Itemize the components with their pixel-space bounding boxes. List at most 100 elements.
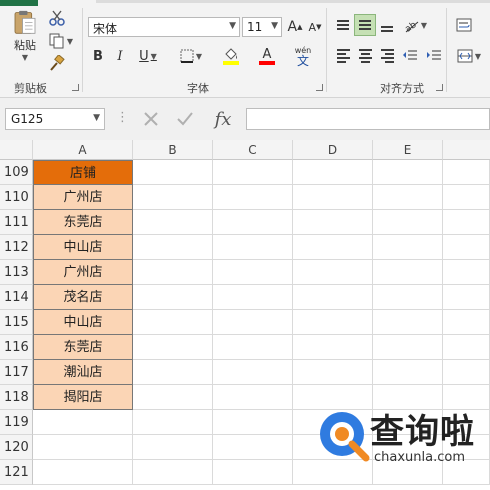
empty-cell[interactable] (443, 160, 490, 185)
table-cell[interactable] (33, 460, 133, 485)
orientation-button[interactable]: ab ▼ (400, 14, 430, 36)
empty-cell[interactable] (373, 160, 443, 185)
row-header[interactable]: 118 (0, 385, 33, 410)
empty-cell[interactable] (373, 260, 443, 285)
empty-cell[interactable] (373, 210, 443, 235)
row-header[interactable]: 111 (0, 210, 33, 235)
empty-cell[interactable] (133, 260, 213, 285)
align-center-button[interactable] (356, 46, 374, 66)
increase-font-button[interactable]: A ▲ (286, 17, 304, 37)
cut-button[interactable] (47, 8, 67, 28)
name-box[interactable]: G125 ▼ (5, 108, 105, 130)
table-cell[interactable]: 揭阳店 (33, 385, 133, 410)
empty-cell[interactable] (213, 210, 293, 235)
header-cell[interactable]: 店铺 (33, 160, 133, 185)
empty-cell[interactable] (373, 335, 443, 360)
empty-cell[interactable] (213, 260, 293, 285)
column-header-f[interactable] (443, 140, 490, 160)
empty-cell[interactable] (293, 235, 373, 260)
table-cell[interactable] (33, 435, 133, 460)
empty-cell[interactable] (443, 310, 490, 335)
column-header-e[interactable]: E (373, 140, 443, 160)
empty-cell[interactable] (443, 335, 490, 360)
empty-cell[interactable] (213, 460, 293, 485)
formula-input[interactable] (246, 108, 490, 130)
table-cell[interactable]: 中山店 (33, 310, 133, 335)
decrease-font-button[interactable]: A ▼ (306, 17, 324, 37)
table-cell[interactable]: 潮汕店 (33, 360, 133, 385)
wrap-text-button[interactable] (452, 14, 476, 36)
empty-cell[interactable] (293, 335, 373, 360)
underline-dropdown-icon[interactable]: ▼ (151, 52, 157, 61)
font-color-button[interactable]: A (252, 44, 282, 68)
empty-cell[interactable] (443, 360, 490, 385)
increase-indent-button[interactable] (424, 46, 444, 66)
empty-cell[interactable] (293, 185, 373, 210)
confirm-entry-button[interactable] (172, 108, 198, 130)
table-cell[interactable] (33, 410, 133, 435)
copy-button[interactable]: ▼ (47, 32, 75, 50)
empty-cell[interactable] (213, 335, 293, 360)
borders-button[interactable]: ▼ (176, 46, 206, 66)
row-header[interactable]: 109 (0, 160, 33, 185)
empty-cell[interactable] (373, 185, 443, 210)
align-top-button[interactable] (334, 14, 352, 36)
empty-cell[interactable] (213, 360, 293, 385)
empty-cell[interactable] (443, 260, 490, 285)
row-header[interactable]: 110 (0, 185, 33, 210)
empty-cell[interactable] (373, 360, 443, 385)
empty-cell[interactable] (213, 410, 293, 435)
empty-cell[interactable] (213, 235, 293, 260)
orientation-dropdown-icon[interactable]: ▼ (421, 21, 427, 30)
column-header-c[interactable]: C (213, 140, 293, 160)
column-header-d[interactable]: D (293, 140, 373, 160)
format-painter-button[interactable] (47, 54, 67, 72)
phonetic-button[interactable]: wén 文 (292, 44, 314, 68)
empty-cell[interactable] (373, 285, 443, 310)
align-middle-button[interactable] (354, 14, 376, 36)
empty-cell[interactable] (443, 185, 490, 210)
table-cell[interactable]: 中山店 (33, 235, 133, 260)
borders-dropdown-icon[interactable]: ▼ (196, 52, 202, 61)
empty-cell[interactable] (293, 210, 373, 235)
empty-cell[interactable] (213, 185, 293, 210)
row-header[interactable]: 116 (0, 335, 33, 360)
merge-center-button[interactable]: ▼ (452, 46, 486, 66)
align-left-button[interactable] (334, 46, 352, 66)
table-cell[interactable]: 广州店 (33, 260, 133, 285)
chevron-down-icon[interactable]: ▼ (93, 113, 100, 123)
empty-cell[interactable] (443, 210, 490, 235)
empty-cell[interactable] (213, 160, 293, 185)
empty-cell[interactable] (443, 235, 490, 260)
empty-cell[interactable] (133, 160, 213, 185)
row-header[interactable]: 112 (0, 235, 33, 260)
align-right-button[interactable] (378, 46, 396, 66)
empty-cell[interactable] (213, 310, 293, 335)
underline-button[interactable]: U ▼ (133, 46, 163, 66)
font-launcher-icon[interactable] (316, 84, 323, 91)
row-header[interactable]: 113 (0, 260, 33, 285)
font-size-combo[interactable]: 11 ▼ (242, 17, 282, 37)
empty-cell[interactable] (213, 285, 293, 310)
empty-cell[interactable] (133, 385, 213, 410)
clipboard-launcher-icon[interactable] (72, 84, 79, 91)
row-header[interactable]: 120 (0, 435, 33, 460)
row-header[interactable]: 117 (0, 360, 33, 385)
select-all-corner[interactable] (0, 140, 33, 160)
empty-cell[interactable] (133, 210, 213, 235)
decrease-indent-button[interactable] (400, 46, 420, 66)
row-header[interactable]: 115 (0, 310, 33, 335)
empty-cell[interactable] (293, 360, 373, 385)
table-cell[interactable]: 东莞店 (33, 210, 133, 235)
empty-cell[interactable] (293, 160, 373, 185)
bold-button[interactable]: B (88, 46, 108, 66)
table-cell[interactable]: 广州店 (33, 185, 133, 210)
empty-cell[interactable] (133, 310, 213, 335)
empty-cell[interactable] (373, 310, 443, 335)
empty-cell[interactable] (133, 335, 213, 360)
empty-cell[interactable] (293, 285, 373, 310)
table-cell[interactable]: 东莞店 (33, 335, 133, 360)
row-header[interactable]: 121 (0, 460, 33, 485)
align-bottom-button[interactable] (378, 14, 396, 36)
empty-cell[interactable] (133, 285, 213, 310)
